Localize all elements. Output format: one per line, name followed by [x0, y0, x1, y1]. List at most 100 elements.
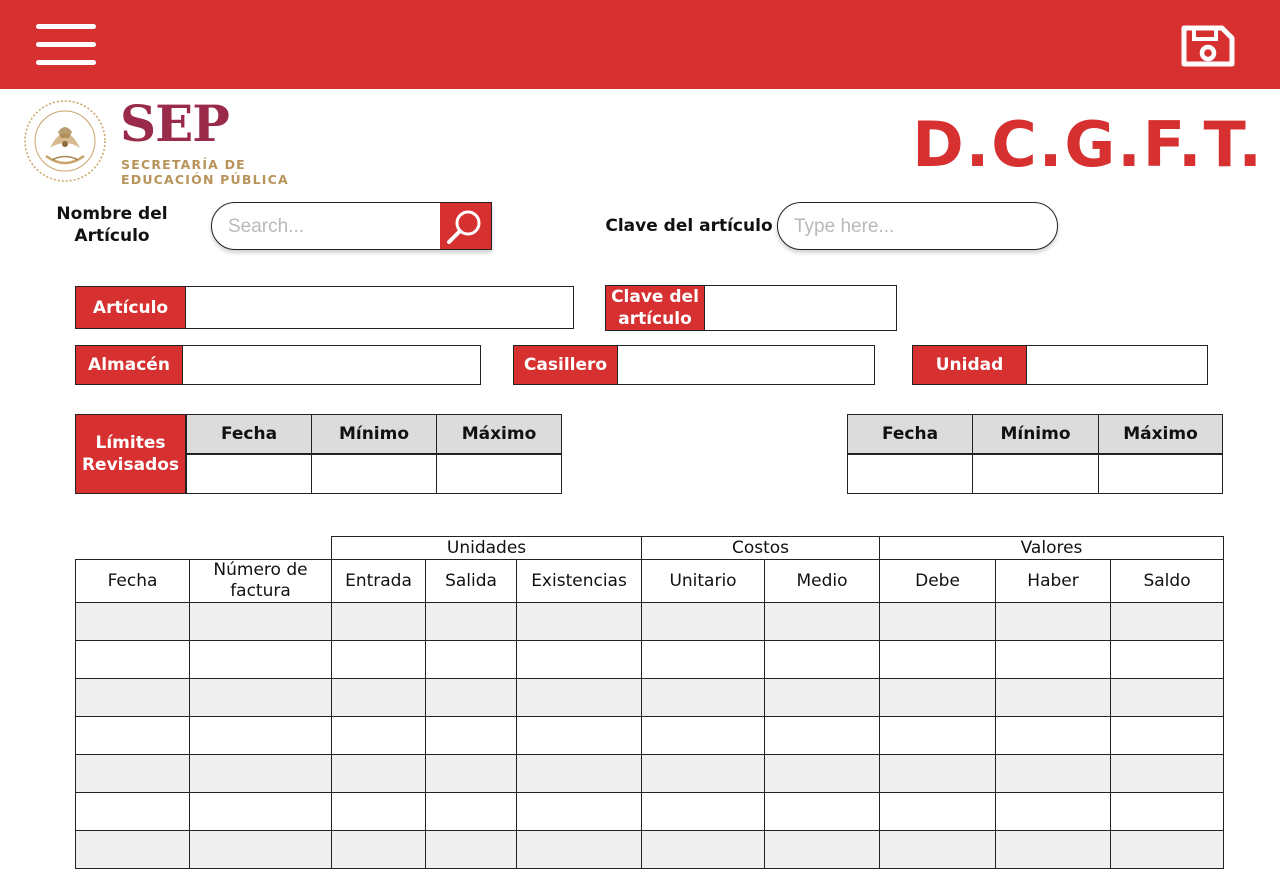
save-icon[interactable] [1178, 22, 1238, 70]
table-cell[interactable] [425, 640, 517, 679]
limites-right-minimo-input[interactable] [973, 455, 1098, 493]
articulo-field[interactable] [185, 286, 574, 329]
table-cell[interactable] [764, 602, 881, 641]
table-cell[interactable] [189, 792, 332, 831]
table-cell[interactable] [879, 830, 997, 869]
limites-fecha-cell[interactable] [186, 454, 312, 494]
limites-minimo-input[interactable] [312, 455, 436, 493]
table-cell[interactable] [515, 792, 643, 831]
table-cell[interactable] [189, 678, 332, 717]
table-cell[interactable] [189, 830, 332, 869]
table-cell[interactable] [425, 602, 517, 641]
table-cell[interactable] [764, 830, 881, 869]
table-cell[interactable] [879, 602, 997, 641]
limites-right-fecha-cell[interactable] [847, 454, 973, 494]
hamburger-menu-icon[interactable] [36, 24, 96, 66]
nombre-articulo-search-input[interactable] [228, 215, 438, 239]
table-cell[interactable] [995, 640, 1112, 679]
articulo-input[interactable] [186, 287, 573, 328]
table-cell[interactable] [641, 640, 766, 679]
table-cell[interactable] [1110, 792, 1225, 831]
limites-fecha-input[interactable] [187, 455, 311, 493]
unidad-input[interactable] [1027, 346, 1207, 384]
table-cell[interactable] [641, 754, 766, 793]
table-cell[interactable] [75, 754, 190, 793]
table-cell[interactable] [331, 640, 426, 679]
almacen-field[interactable] [182, 345, 481, 385]
table-cell[interactable] [764, 640, 881, 679]
casillero-field[interactable] [617, 345, 875, 385]
limites-right-minimo-cell[interactable] [972, 454, 1099, 494]
table-cell[interactable] [879, 640, 997, 679]
table-cell[interactable] [764, 716, 881, 755]
table-cell[interactable] [331, 602, 426, 641]
table-cell[interactable] [515, 640, 643, 679]
almacen-label: Almacén [75, 345, 183, 385]
table-cell[interactable] [515, 830, 643, 869]
table-cell[interactable] [75, 830, 190, 869]
table-cell[interactable] [1110, 754, 1225, 793]
limites-maximo-input[interactable] [437, 455, 561, 493]
table-cell[interactable] [331, 830, 426, 869]
table-cell[interactable] [879, 754, 997, 793]
limites-maximo-cell[interactable] [436, 454, 562, 494]
table-cell[interactable] [764, 754, 881, 793]
table-cell[interactable] [425, 754, 517, 793]
table-cell[interactable] [995, 792, 1112, 831]
table-cell[interactable] [995, 602, 1112, 641]
table-cell[interactable] [995, 716, 1112, 755]
table-cell[interactable] [425, 678, 517, 717]
table-cell[interactable] [515, 678, 643, 717]
table-cell[interactable] [75, 678, 190, 717]
table-cell[interactable] [641, 602, 766, 641]
clave-articulo-search [777, 202, 1058, 250]
table-cell[interactable] [75, 716, 190, 755]
table-cell[interactable] [879, 792, 997, 831]
table-cell[interactable] [995, 754, 1112, 793]
table-cell[interactable] [995, 830, 1112, 869]
table-cell[interactable] [515, 716, 643, 755]
table-cell[interactable] [641, 678, 766, 717]
table-cell[interactable] [641, 830, 766, 869]
search-button[interactable] [440, 203, 491, 249]
table-cell[interactable] [764, 678, 881, 717]
table-cell[interactable] [75, 602, 190, 641]
table-cell[interactable] [331, 678, 426, 717]
limites-right-header-maximo: Máximo [1098, 414, 1223, 454]
table-cell[interactable] [1110, 830, 1225, 869]
table-cell[interactable] [515, 754, 643, 793]
table-cell[interactable] [641, 716, 766, 755]
table-cell[interactable] [331, 716, 426, 755]
table-cell[interactable] [879, 716, 997, 755]
table-cell[interactable] [75, 640, 190, 679]
table-cell[interactable] [641, 792, 766, 831]
table-cell[interactable] [331, 792, 426, 831]
table-cell[interactable] [425, 830, 517, 869]
table-cell[interactable] [764, 792, 881, 831]
table-cell[interactable] [1110, 716, 1225, 755]
table-cell[interactable] [1110, 602, 1225, 641]
table-cell[interactable] [1110, 640, 1225, 679]
table-cell[interactable] [425, 716, 517, 755]
table-cell[interactable] [331, 754, 426, 793]
clave-field[interactable] [704, 285, 897, 331]
table-cell[interactable] [189, 754, 332, 793]
limites-right-maximo-cell[interactable] [1098, 454, 1223, 494]
limites-minimo-cell[interactable] [311, 454, 437, 494]
table-cell[interactable] [515, 602, 643, 641]
table-cell[interactable] [189, 640, 332, 679]
table-cell[interactable] [1110, 678, 1225, 717]
almacen-input[interactable] [183, 346, 480, 384]
limites-right-maximo-input[interactable] [1099, 455, 1222, 493]
clave-input[interactable] [705, 286, 896, 330]
table-cell[interactable] [189, 716, 332, 755]
table-cell[interactable] [995, 678, 1112, 717]
limites-right-fecha-input[interactable] [848, 455, 972, 493]
table-cell[interactable] [879, 678, 997, 717]
clave-articulo-search-input[interactable] [794, 215, 1034, 239]
table-cell[interactable] [189, 602, 332, 641]
casillero-input[interactable] [618, 346, 874, 384]
table-cell[interactable] [75, 792, 190, 831]
table-cell[interactable] [425, 792, 517, 831]
unidad-field[interactable] [1026, 345, 1208, 385]
